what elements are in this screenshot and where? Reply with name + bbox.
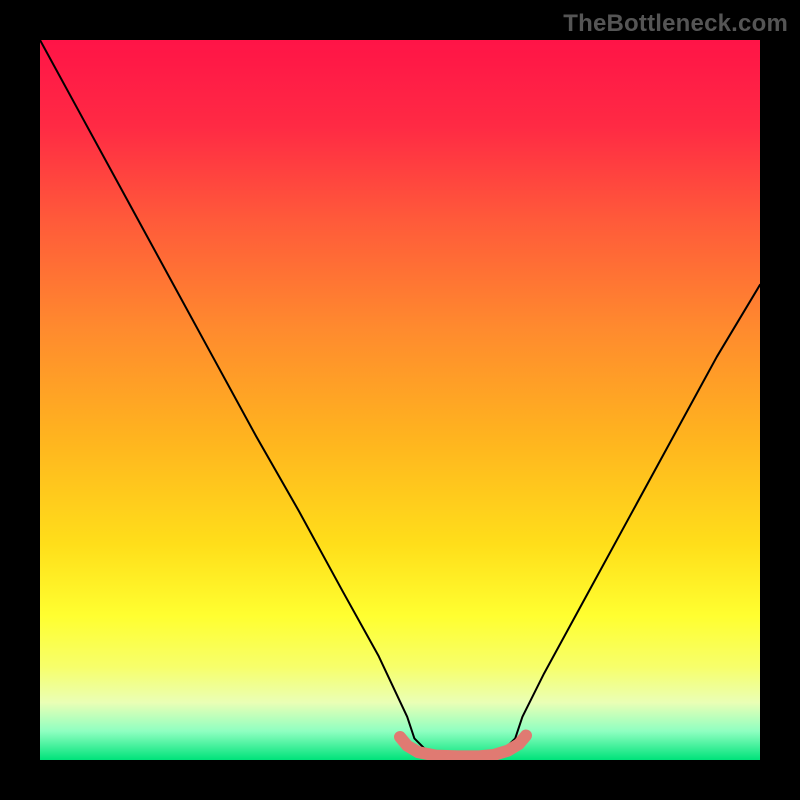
attribution-watermark: TheBottleneck.com — [563, 10, 788, 38]
series-bottleneck-curve — [40, 40, 760, 760]
plot-area — [40, 40, 760, 760]
curve-layer — [40, 40, 760, 760]
chart-frame: TheBottleneck.com — [0, 0, 800, 800]
series-sweet-spot-band — [400, 736, 526, 757]
